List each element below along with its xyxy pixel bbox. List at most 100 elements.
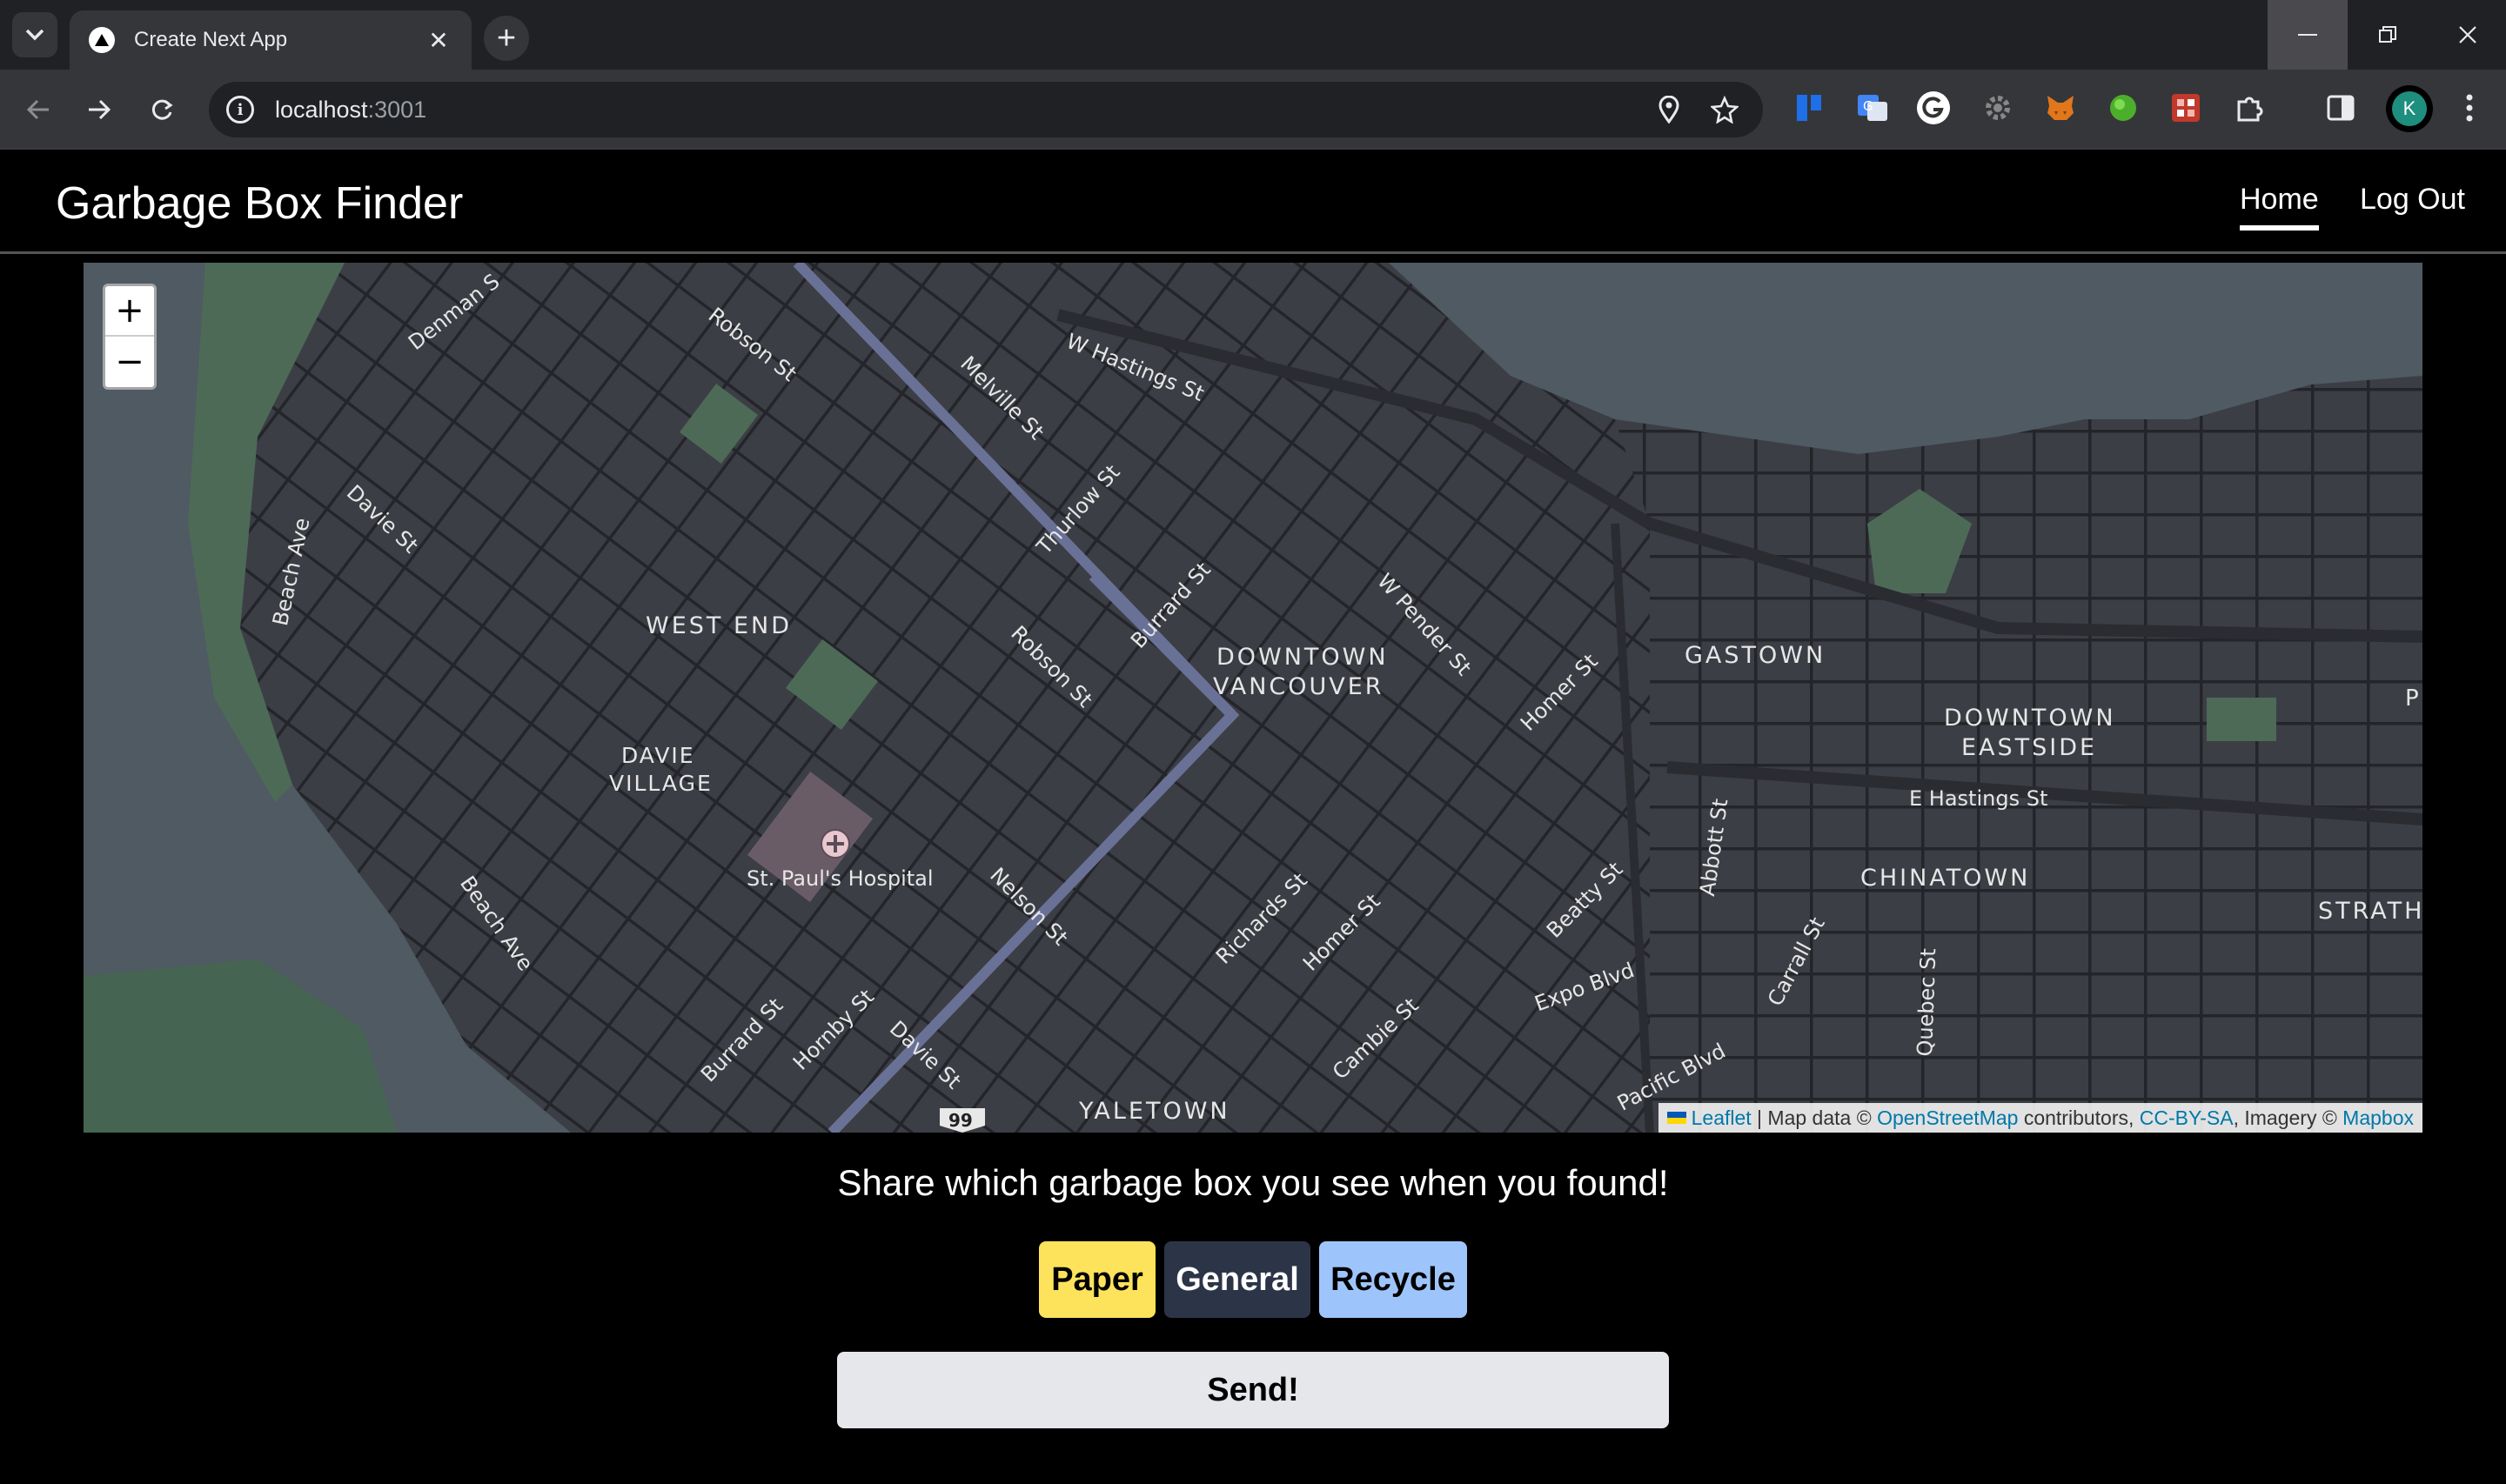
map-label-street: Burrard St <box>1126 557 1216 653</box>
address-bar[interactable]: i localhost:3001 <box>209 82 1763 137</box>
tab-close-icon[interactable]: ✕ <box>425 26 452 55</box>
window-restore-button[interactable] <box>2348 0 2428 70</box>
map-label-street: Denman S <box>404 269 505 356</box>
map-label-neighbourhood: VANCOUVER <box>1213 673 1384 700</box>
map-label-street: Expo Blvd <box>1531 958 1638 1017</box>
map-label-street: Robson St <box>1006 621 1097 712</box>
arrow-left-icon <box>26 99 49 120</box>
attribution-text: | Map data © <box>1751 1106 1878 1129</box>
general-option-button[interactable]: General <box>1164 1241 1310 1318</box>
map-label-neighbourhood: CHINATOWN <box>1860 865 2031 892</box>
map-labels: WEST END DAVIE VILLAGE DOWNTOWN VANCOUVE… <box>84 263 2422 1133</box>
map-label-street: Davie St <box>884 1016 966 1094</box>
map-label-street: Robson St <box>703 303 801 387</box>
extensions-puzzle-icon[interactable] <box>2233 90 2268 125</box>
map-label-street: 99 <box>948 1110 973 1131</box>
browser-tab[interactable]: Create Next App ✕ <box>70 10 472 70</box>
nav-logout-link[interactable]: Log Out <box>2360 183 2465 217</box>
app-title: Garbage Box Finder <box>56 178 464 229</box>
map-label-poi: St. Paul's Hospital <box>747 866 934 891</box>
map-label-street: E Hastings St <box>1909 786 2048 811</box>
svg-text:G: G <box>1863 98 1873 114</box>
map-label-street: Abbott St <box>1695 797 1733 898</box>
browser-tab-strip: Create Next App ✕ + <box>0 0 2506 70</box>
license-link[interactable]: CC-BY-SA <box>2140 1106 2234 1130</box>
mapbox-link[interactable]: Mapbox <box>2342 1106 2414 1130</box>
map-label-neighbourhood: DOWNTOWN <box>1216 644 1389 671</box>
green-circle-extension-icon[interactable] <box>2106 90 2141 125</box>
tab-title: Create Next App <box>134 28 288 51</box>
translate-extension-icon[interactable]: G <box>1855 90 1890 125</box>
map-label-neighbourhood: VILLAGE <box>609 771 713 796</box>
site-info-icon[interactable]: i <box>226 96 254 124</box>
minimize-icon <box>2298 34 2317 36</box>
map-label-street: Thurlow St <box>1032 459 1125 559</box>
map-label-street: Beach Ave <box>455 872 539 976</box>
window-minimize-button[interactable] <box>2268 0 2348 70</box>
back-button[interactable] <box>17 89 59 130</box>
url-port: :3001 <box>367 96 427 123</box>
reload-button[interactable] <box>141 89 183 130</box>
map-label-street: Beatty St <box>1542 857 1628 943</box>
map-zoom-control: + − <box>103 284 157 390</box>
reload-icon <box>151 99 173 120</box>
map-label-street: Quebec St <box>1913 947 1941 1057</box>
map-label-street: Nelson St <box>985 863 1073 951</box>
map-label-neighbourhood: P <box>2405 685 2419 712</box>
map-label-street: Beach Ave <box>268 515 315 628</box>
metamask-extension-icon[interactable] <box>2043 90 2078 125</box>
map-label-neighbourhood: WEST END <box>646 612 793 639</box>
bookmark-star-icon[interactable] <box>1709 94 1740 125</box>
map-label-street: Davie St <box>341 480 423 558</box>
side-panel-icon[interactable] <box>2323 90 2358 125</box>
map-view[interactable]: WEST END DAVIE VILLAGE DOWNTOWN VANCOUVE… <box>84 263 2422 1133</box>
map-label-neighbourhood: EASTSIDE <box>1961 734 2098 761</box>
chevron-down-icon <box>25 29 44 41</box>
zoom-out-button[interactable]: − <box>105 337 154 387</box>
map-label-street: Burrard St <box>696 993 788 1087</box>
paper-option-button[interactable]: Paper <box>1039 1241 1156 1318</box>
forward-button[interactable] <box>78 89 120 130</box>
map-label-street: Homer St <box>1516 649 1603 736</box>
map-label-street: Hornby St <box>788 984 880 1075</box>
map-label-street: Melville St <box>955 351 1049 445</box>
nav-home-link[interactable]: Home <box>2240 183 2319 231</box>
url-host: localhost <box>275 96 368 123</box>
recycle-option-button[interactable]: Recycle <box>1319 1241 1467 1318</box>
map-label-neighbourhood: DOWNTOWN <box>1944 705 2116 732</box>
trello-extension-icon[interactable] <box>1792 90 1827 125</box>
map-label-neighbourhood: YALETOWN <box>1079 1098 1230 1125</box>
map-label-street: Cambie St <box>1328 993 1424 1085</box>
map-label-street: W Hastings St <box>1062 329 1208 406</box>
share-prompt: Share which garbage box you see when you… <box>837 1162 1669 1203</box>
grammarly-extension-icon[interactable] <box>1916 90 1951 125</box>
osm-link[interactable]: OpenStreetMap <box>1877 1106 2018 1130</box>
arrow-right-icon <box>89 99 111 120</box>
red-grid-extension-icon[interactable] <box>2168 90 2203 125</box>
attribution-text: , Imagery © <box>2233 1106 2343 1129</box>
map-label-neighbourhood: STRATH <box>2318 898 2422 925</box>
restore-icon <box>2379 26 2396 43</box>
zoom-in-button[interactable]: + <box>105 286 154 337</box>
window-close-button[interactable] <box>2428 0 2506 70</box>
map-label-street: Carrall St <box>1763 912 1830 1011</box>
map-attribution: Leaflet | Map data © OpenStreetMap contr… <box>1658 1103 2422 1133</box>
profile-avatar[interactable]: K <box>2386 85 2433 132</box>
map-label-street: Richards St <box>1211 867 1312 969</box>
location-pin-icon[interactable] <box>1653 94 1685 125</box>
avatar-initial: K <box>2392 91 2427 126</box>
settings-gear-extension-icon[interactable] <box>1980 90 2015 125</box>
nextjs-favicon-icon <box>89 27 115 53</box>
map-label-street: Homer St <box>1298 889 1385 976</box>
send-button[interactable]: Send! <box>837 1352 1669 1428</box>
ukraine-flag-icon <box>1666 1112 1686 1124</box>
app-header: Garbage Box Finder Home Log Out <box>0 151 2506 254</box>
tab-search-button[interactable] <box>12 12 57 57</box>
close-icon <box>2459 26 2476 43</box>
attribution-text: contributors, <box>2018 1106 2140 1129</box>
kebab-menu-icon[interactable] <box>2452 90 2487 125</box>
map-label-neighbourhood: GASTOWN <box>1685 642 1826 669</box>
leaflet-link[interactable]: Leaflet <box>1692 1106 1752 1130</box>
map-label-neighbourhood: DAVIE <box>621 743 695 768</box>
new-tab-button[interactable]: + <box>484 16 529 61</box>
